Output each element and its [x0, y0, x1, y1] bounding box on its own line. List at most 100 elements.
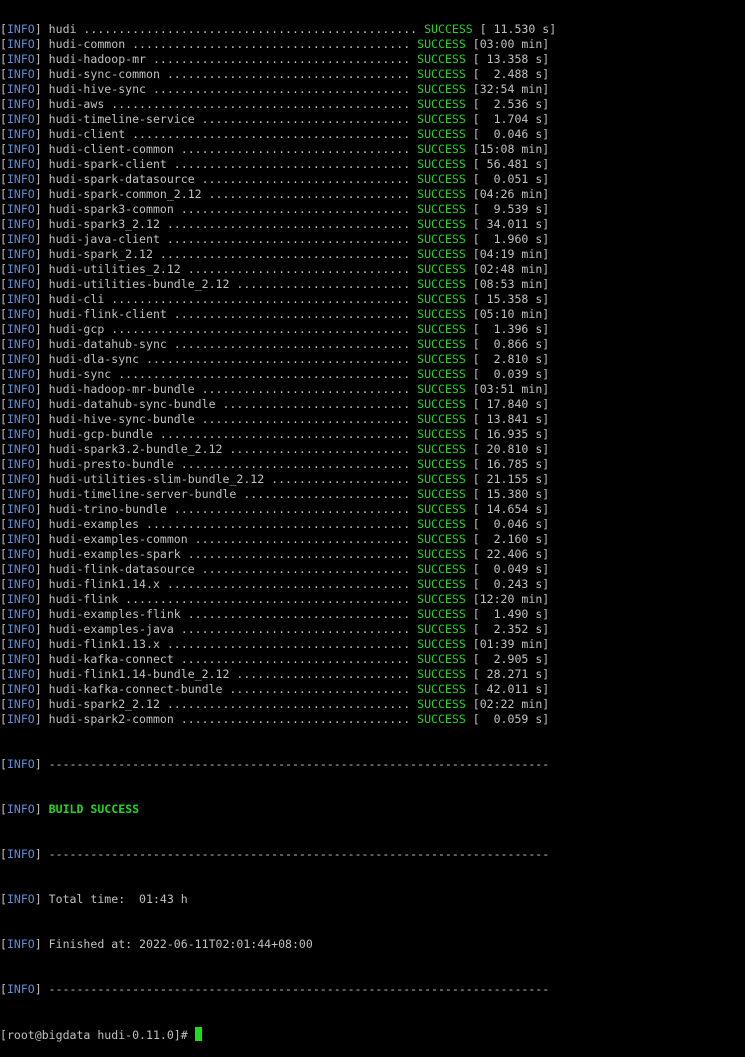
module-name: hudi-flink .............................… — [48, 592, 411, 606]
module-name: hudi-common ............................… — [48, 37, 411, 51]
module-result-row: [INFO] hudi-examples-flink .............… — [0, 607, 550, 621]
status-success: SUCCESS — [417, 457, 466, 471]
module-duration: [02:22 min] — [472, 697, 550, 711]
log-level-prefix: [INFO] — [0, 892, 49, 906]
status-success: SUCCESS — [417, 307, 466, 321]
module-duration: [ 13.841 s] — [472, 412, 550, 426]
info-tag: INFO — [6, 847, 35, 861]
module-result-row: [INFO] hudi-hadoop-mr-bundle ...........… — [0, 382, 550, 396]
build-stat-text: Total time: 01:43 h — [48, 892, 188, 906]
module-result-row: [INFO] hudi-flink-datasource ...........… — [0, 562, 550, 576]
total-time-line: [INFO] Total time: 01:43 h — [0, 892, 745, 907]
status-success: SUCCESS — [424, 22, 473, 36]
info-tag: INFO — [6, 502, 35, 516]
module-name: hudi-timeline-server-bundle ............… — [48, 487, 411, 501]
status-success: SUCCESS — [417, 202, 466, 216]
module-result-row: [INFO] hudi-flink1.14.x ................… — [0, 577, 550, 591]
module-result-row: [INFO] hudi-examples-spark .............… — [0, 547, 550, 561]
status-success: SUCCESS — [417, 277, 466, 291]
module-name: hudi-flink-datasource ..................… — [48, 562, 411, 576]
module-duration: [ 2.488 s] — [472, 67, 550, 81]
info-tag: INFO — [6, 472, 35, 486]
status-success: SUCCESS — [417, 712, 466, 726]
module-name: hudi-sync ..............................… — [48, 367, 411, 381]
module-name: hudi-examples ..........................… — [48, 517, 411, 531]
module-duration: [ 56.481 s] — [472, 157, 550, 171]
module-result-row: [INFO] hudi-datahub-sync-bundle ........… — [0, 397, 550, 411]
status-success: SUCCESS — [417, 292, 466, 306]
log-level-prefix: [INFO] — [0, 937, 49, 951]
module-name: hudi-flink1.14.x .......................… — [48, 577, 411, 591]
status-success: SUCCESS — [417, 502, 466, 516]
status-success: SUCCESS — [417, 637, 466, 651]
shell-prompt-line[interactable]: [root@bigdata hudi-0.11.0]# — [0, 1027, 745, 1042]
separator-line: [INFO] ---------------------------------… — [0, 757, 745, 772]
info-tag: INFO — [6, 682, 35, 696]
info-tag: INFO — [6, 142, 35, 156]
module-duration: [ 2.810 s] — [472, 352, 550, 366]
info-tag: INFO — [6, 487, 35, 501]
terminal-window[interactable]: [INFO] hudi ............................… — [0, 0, 745, 1042]
module-name: hudi-datahub-sync-bundle ...............… — [48, 397, 411, 411]
module-result-row: [INFO] hudi-utilities-bundle_2.12 ......… — [0, 277, 550, 291]
status-success: SUCCESS — [417, 442, 466, 456]
module-result-row: [INFO] hudi-flink1.14-bundle_2.12 ......… — [0, 667, 550, 681]
module-duration: [ 14.654 s] — [472, 502, 550, 516]
info-tag: INFO — [6, 937, 35, 951]
status-success: SUCCESS — [417, 337, 466, 351]
info-tag: INFO — [6, 547, 35, 561]
info-tag: INFO — [6, 262, 35, 276]
module-name: hudi-kafka-connect .....................… — [48, 652, 411, 666]
module-result-row: [INFO] hudi-timeline-service ...........… — [0, 112, 550, 126]
info-tag: INFO — [6, 892, 35, 906]
module-duration: [ 1.396 s] — [472, 322, 550, 336]
info-tag: INFO — [6, 562, 35, 576]
module-name: hudi-spark_2.12 ........................… — [48, 247, 411, 261]
reactor-summary: [INFO] hudi ............................… — [0, 22, 745, 727]
module-result-row: [INFO] hudi-common .....................… — [0, 37, 550, 51]
module-duration: [03:00 min] — [472, 37, 550, 51]
module-duration: [ 2.536 s] — [472, 97, 550, 111]
status-success: SUCCESS — [417, 607, 466, 621]
module-result-row: [INFO] hudi-kafka-connect ..............… — [0, 652, 550, 666]
status-success: SUCCESS — [417, 622, 466, 636]
status-success: SUCCESS — [417, 142, 466, 156]
status-success: SUCCESS — [417, 397, 466, 411]
status-success: SUCCESS — [417, 187, 466, 201]
status-success: SUCCESS — [417, 532, 466, 546]
module-result-row: [INFO] hudi-sync-common ................… — [0, 67, 550, 81]
module-result-row: [INFO] hudi-examples-common ............… — [0, 532, 550, 546]
module-name: hudi-hive-sync .........................… — [48, 82, 411, 96]
log-level-prefix: [INFO] — [0, 847, 49, 861]
module-name: hudi-java-client .......................… — [48, 232, 411, 246]
info-tag: INFO — [6, 127, 35, 141]
info-tag: INFO — [6, 427, 35, 441]
build-success-label: BUILD SUCCESS — [48, 802, 140, 816]
module-duration: [ 1.704 s] — [472, 112, 550, 126]
status-success: SUCCESS — [417, 487, 466, 501]
separator-line: [INFO] ---------------------------------… — [0, 982, 745, 997]
module-duration: [ 2.905 s] — [472, 652, 550, 666]
info-tag: INFO — [6, 712, 35, 726]
log-level-prefix: [INFO] — [0, 982, 49, 996]
module-duration: [04:26 min] — [472, 187, 550, 201]
module-result-row: [INFO] hudi-cli ........................… — [0, 292, 550, 306]
status-success: SUCCESS — [417, 652, 466, 666]
info-tag: INFO — [6, 697, 35, 711]
module-name: hudi-spark3-common .....................… — [48, 202, 411, 216]
module-name: hudi-spark3_2.12 .......................… — [48, 217, 411, 231]
status-success: SUCCESS — [417, 232, 466, 246]
status-success: SUCCESS — [417, 217, 466, 231]
module-result-row: [INFO] hudi-timeline-server-bundle .....… — [0, 487, 550, 501]
module-result-row: [INFO] hudi-spark-datasource ...........… — [0, 172, 550, 186]
module-result-row: [INFO] hudi-spark-client ...............… — [0, 157, 550, 171]
info-tag: INFO — [6, 442, 35, 456]
status-success: SUCCESS — [417, 517, 466, 531]
info-tag: INFO — [6, 52, 35, 66]
info-tag: INFO — [6, 37, 35, 51]
module-name: hudi-hadoop-mr-bundle ..................… — [48, 382, 411, 396]
build-result-line: [INFO] BUILD SUCCESS — [0, 802, 745, 817]
info-tag: INFO — [6, 982, 35, 996]
log-level-prefix: [INFO] — [0, 802, 49, 816]
module-result-row: [INFO] hudi-gcp-bundle .................… — [0, 427, 550, 441]
